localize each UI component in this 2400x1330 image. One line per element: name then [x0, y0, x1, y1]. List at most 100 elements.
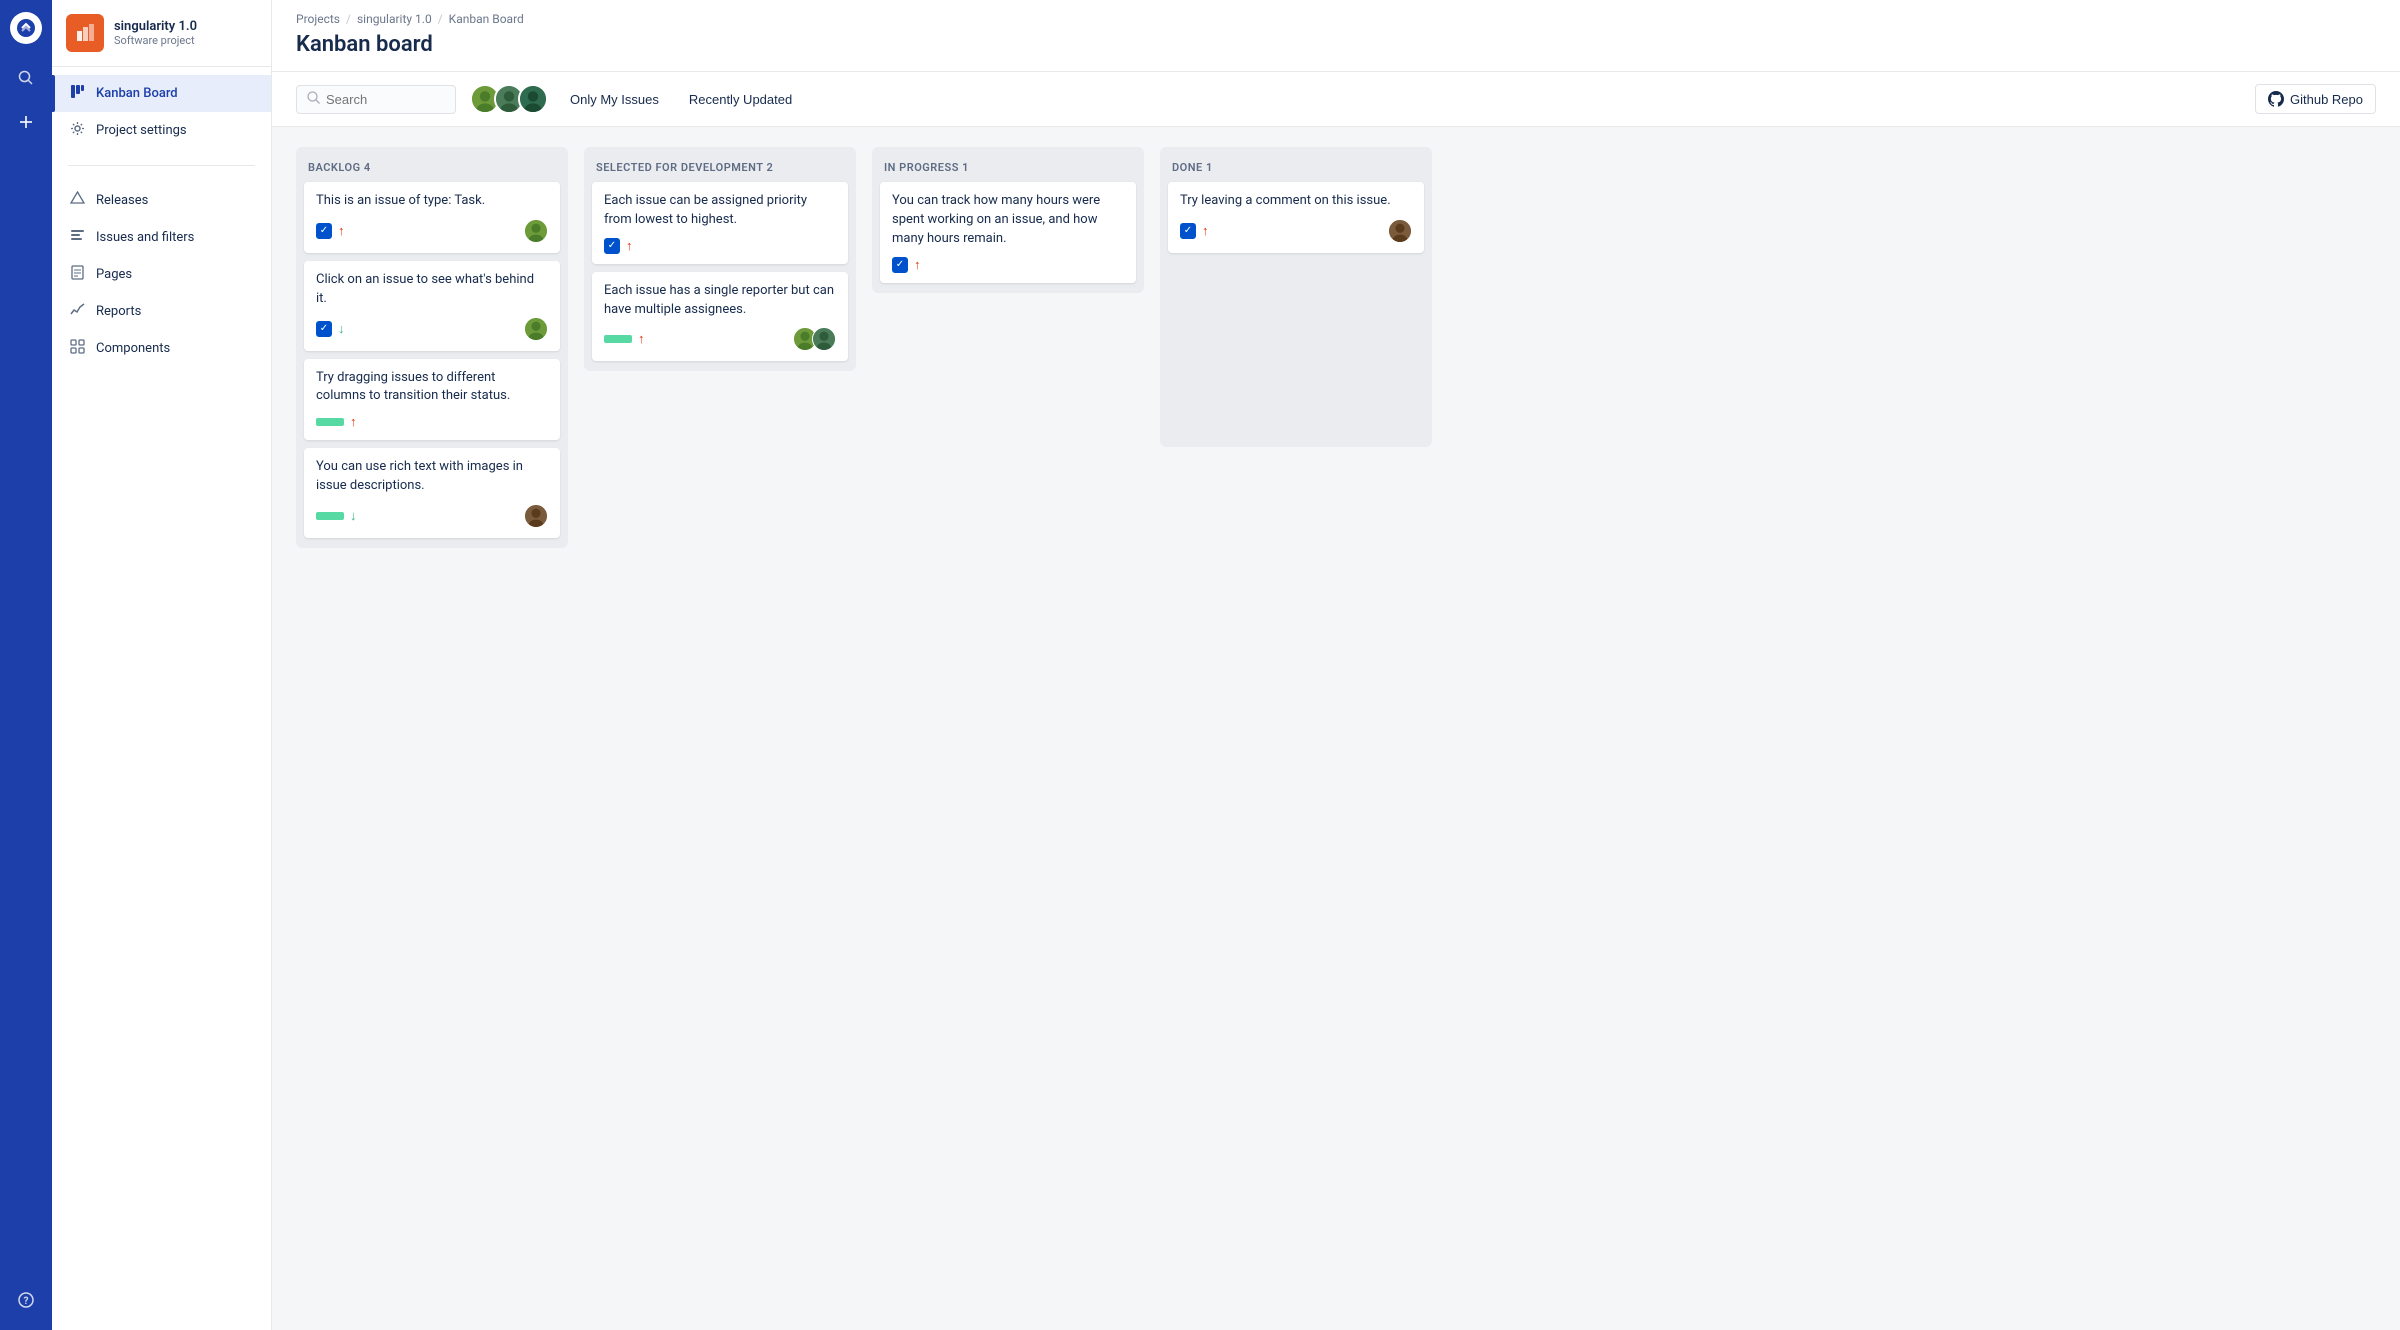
card-check-icon [316, 223, 332, 239]
card-avatar-2 [812, 327, 836, 351]
icon-bar: ? [0, 0, 52, 1330]
card-check-icon [604, 238, 620, 254]
card-avatars [524, 504, 548, 528]
kanban-icon [68, 84, 86, 103]
priority-up-icon: ↑ [1202, 223, 1209, 239]
search-nav-icon[interactable] [8, 60, 44, 96]
sidebar-releases-label: Releases [96, 193, 148, 208]
column-backlog-header: BACKLOG 4 [304, 157, 560, 182]
sidebar-item-reports[interactable]: Reports [52, 293, 271, 330]
card-multiple-assignees[interactable]: Each issue has a single reporter but can… [592, 272, 848, 362]
breadcrumb-kanban: Kanban Board [449, 12, 524, 26]
svg-text:?: ? [24, 1296, 29, 1307]
card-rich-text-text: You can use rich text with images in iss… [316, 458, 548, 496]
components-icon [68, 339, 86, 358]
breadcrumb-sep-2: / [438, 12, 443, 26]
tag-green-icon [316, 512, 344, 520]
column-done-header: DONE 1 [1168, 157, 1424, 182]
search-input[interactable] [326, 92, 445, 107]
project-name: singularity 1.0 [114, 19, 197, 35]
sidebar-secondary-nav: Releases Issues and filters [52, 174, 271, 375]
priority-down-icon: ↓ [338, 321, 345, 337]
card-avatars [1388, 219, 1412, 243]
tag-green-icon [604, 335, 632, 343]
column-in-progress: IN PROGRESS 1 You can track how many hou… [872, 147, 1144, 293]
column-done: DONE 1 Try leaving a comment on this iss… [1160, 147, 1432, 447]
sidebar: singularity 1.0 Software project Kanban … [52, 0, 272, 1330]
card-click-issue[interactable]: Click on an issue to see what's behind i… [304, 261, 560, 351]
project-header: singularity 1.0 Software project [52, 0, 271, 67]
priority-up-icon: ↑ [626, 238, 633, 254]
recently-updated-button[interactable]: Recently Updated [681, 87, 800, 112]
tag-green-icon [316, 418, 344, 426]
card-task-type-text: This is an issue of type: Task. [316, 192, 548, 211]
column-selected-dev-header: SELECTED FOR DEVELOPMENT 2 [592, 157, 848, 182]
card-check-icon [316, 321, 332, 337]
card-rich-text[interactable]: You can use rich text with images in iss… [304, 448, 560, 538]
toolbar: Only My Issues Recently Updated Github R… [272, 72, 2400, 127]
card-avatar [1388, 219, 1412, 243]
card-check-icon [892, 257, 908, 273]
avatar-user-3[interactable] [518, 84, 548, 114]
github-repo-label: Github Repo [2290, 92, 2363, 107]
priority-up-icon: ↑ [914, 257, 921, 273]
issues-icon [68, 228, 86, 247]
in-progress-cards: You can track how many hours were spent … [880, 182, 1136, 283]
project-type: Software project [114, 34, 197, 47]
column-in-progress-header: IN PROGRESS 1 [880, 157, 1136, 182]
settings-icon [68, 121, 86, 140]
card-avatar [524, 504, 548, 528]
pages-icon [68, 265, 86, 284]
reports-icon [68, 302, 86, 321]
sidebar-primary-nav: Kanban Board Project settings [52, 67, 271, 157]
board-container: BACKLOG 4 This is an issue of type: Task… [272, 127, 2400, 1330]
card-avatars [793, 327, 836, 351]
card-priority-assign[interactable]: Each issue can be assigned priority from… [592, 182, 848, 264]
card-avatars [524, 219, 548, 243]
card-track-hours[interactable]: You can track how many hours were spent … [880, 182, 1136, 283]
sidebar-reports-label: Reports [96, 304, 141, 319]
sidebar-item-pages[interactable]: Pages [52, 256, 271, 293]
kanban-board: BACKLOG 4 This is an issue of type: Task… [296, 147, 2376, 548]
card-avatar [524, 219, 548, 243]
search-box[interactable] [296, 85, 456, 114]
page-title: Kanban board [296, 26, 2376, 71]
sidebar-item-issues-filters[interactable]: Issues and filters [52, 219, 271, 256]
sidebar-item-project-settings[interactable]: Project settings [52, 112, 271, 149]
add-icon[interactable] [8, 104, 44, 140]
card-task-type[interactable]: This is an issue of type: Task. ↑ [304, 182, 560, 253]
card-track-hours-text: You can track how many hours were spent … [892, 192, 1124, 249]
page-header: Projects / singularity 1.0 / Kanban Boar… [272, 0, 2400, 72]
card-comment-text: Try leaving a comment on this issue. [1180, 192, 1412, 211]
card-check-icon [1180, 223, 1196, 239]
main-content: Projects / singularity 1.0 / Kanban Boar… [272, 0, 2400, 1330]
card-comment[interactable]: Try leaving a comment on this issue. ↑ [1168, 182, 1424, 253]
sidebar-components-label: Components [96, 341, 170, 356]
breadcrumb-singularity[interactable]: singularity 1.0 [357, 12, 432, 26]
sidebar-item-components[interactable]: Components [52, 330, 271, 367]
card-drag-issues[interactable]: Try dragging issues to different columns… [304, 359, 560, 441]
priority-up-icon: ↑ [638, 331, 645, 347]
help-icon[interactable]: ? [8, 1282, 44, 1318]
card-multiple-assignees-text: Each issue has a single reporter but can… [604, 282, 836, 320]
backlog-cards: This is an issue of type: Task. ↑ [304, 182, 560, 538]
card-drag-issues-text: Try dragging issues to different columns… [316, 369, 548, 407]
sidebar-pages-label: Pages [96, 267, 132, 282]
priority-up-icon: ↑ [350, 414, 357, 430]
card-avatars [524, 317, 548, 341]
done-cards: Try leaving a comment on this issue. ↑ [1168, 182, 1424, 253]
priority-down-icon: ↓ [350, 508, 357, 524]
sidebar-settings-label: Project settings [96, 123, 187, 138]
only-my-issues-button[interactable]: Only My Issues [562, 87, 667, 112]
sidebar-kanban-label: Kanban Board [96, 86, 178, 101]
avatar-group [470, 84, 548, 114]
card-priority-assign-text: Each issue can be assigned priority from… [604, 192, 836, 230]
sidebar-item-kanban[interactable]: Kanban Board [52, 75, 271, 112]
breadcrumb: Projects / singularity 1.0 / Kanban Boar… [296, 0, 2376, 26]
sidebar-issues-label: Issues and filters [96, 230, 194, 245]
app-logo[interactable] [10, 12, 42, 44]
sidebar-item-releases[interactable]: Releases [52, 182, 271, 219]
breadcrumb-projects[interactable]: Projects [296, 12, 340, 26]
column-backlog: BACKLOG 4 This is an issue of type: Task… [296, 147, 568, 548]
github-repo-button[interactable]: Github Repo [2255, 84, 2376, 114]
